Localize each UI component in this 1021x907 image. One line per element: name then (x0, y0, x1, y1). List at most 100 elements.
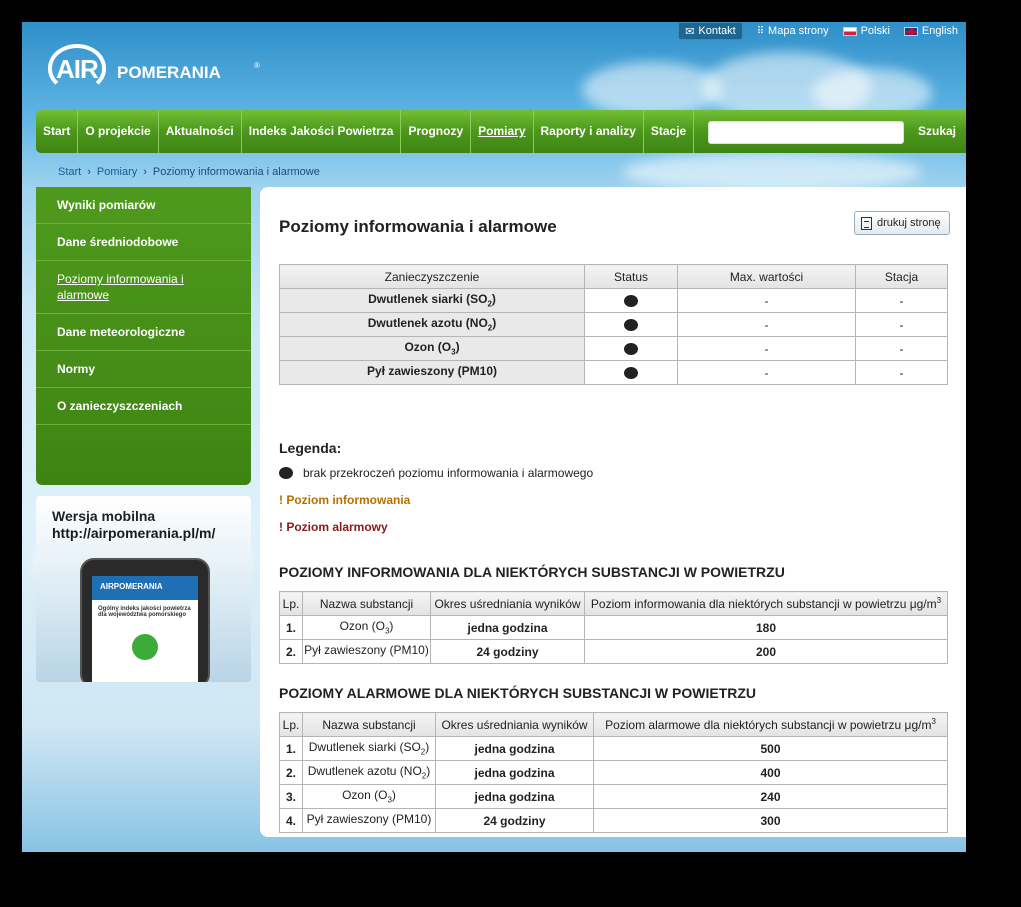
status-cell (584, 312, 678, 337)
averaging-period: jedna godzina (435, 760, 594, 785)
nav-aktualnosci[interactable]: Aktualności (159, 110, 242, 153)
table-row: 2. Dwutlenek azotu (NO2) jedna godzina 4… (279, 760, 948, 785)
table-row: Dwutlenek siarki (SO2) - - (279, 288, 948, 313)
kontakt-label: Kontakt (698, 25, 736, 37)
pollutant-name: Ozon (O3) (279, 336, 585, 361)
lang-polish-link[interactable]: Polski (842, 25, 890, 37)
nav-start[interactable]: Start (36, 110, 79, 153)
nav-indeks[interactable]: Indeks Jakości Powietrza (242, 110, 402, 153)
breadcrumb-pomiary[interactable]: Pomiary (97, 166, 137, 178)
col-header: Zanieczyszczenie (279, 264, 585, 289)
sidebar-item-zanieczyszczenia[interactable]: O zanieczyszczeniach (36, 388, 251, 425)
col-header: Status (584, 264, 678, 289)
pollutant-name: Pył zawieszony (PM10) (279, 360, 585, 385)
col-header: Stacja (855, 264, 948, 289)
status-cell (584, 336, 678, 361)
logo-pomerania-text: POMERANIA (117, 63, 221, 82)
kontakt-link[interactable]: ✉ Kontakt (678, 22, 743, 40)
table-row: 1. Ozon (O3) jedna godzina 180 (279, 615, 948, 640)
sidebar: Wyniki pomiarów Dane średniodobowe Pozio… (36, 187, 251, 485)
search-input[interactable] (708, 121, 904, 144)
averaging-period: 24 godziny (435, 808, 594, 833)
table-header-row: Lp. Nazwa substancji Okres uśredniania w… (279, 712, 948, 737)
row-number: 3. (279, 784, 303, 809)
lang-english-label: English (921, 25, 958, 37)
col-header: Nazwa substancji (302, 591, 431, 616)
mobile-url[interactable]: http://airpomerania.pl/m/ (52, 525, 215, 541)
table-row: Ozon (O3) - - (279, 336, 948, 361)
page-frame: AIR POMERANIA ® ✉ Kontakt ⠿ Mapa strony … (22, 22, 966, 852)
table-row: Pył zawieszony (PM10) - - (279, 360, 948, 385)
table-header-row: Zanieczyszczenie Status Max. wartości St… (279, 264, 948, 289)
print-button[interactable]: drukuj stronę (854, 211, 950, 235)
level-value: 300 (593, 808, 948, 833)
cloud-decoration (582, 62, 722, 117)
col-header: Poziom informowania dla niektórych subst… (584, 591, 948, 616)
col-header: Poziom alarmowe dla niektórych substancj… (593, 712, 948, 737)
col-header: Okres uśredniania wyników (430, 591, 585, 616)
nav-stacje[interactable]: Stacje (644, 110, 695, 153)
mobile-version-banner[interactable]: Wersja mobilna http://airpomerania.pl/m/… (36, 496, 251, 682)
row-number: 4. (279, 808, 303, 833)
row-number: 2. (279, 760, 303, 785)
col-header: Lp. (279, 591, 303, 616)
status-cell (584, 360, 678, 385)
nav-o-projekcie[interactable]: O projekcie (78, 110, 159, 153)
substance-name: Pył zawieszony (PM10) (302, 639, 431, 664)
nav-pomiary[interactable]: Pomiary (471, 110, 534, 153)
page-title: Poziomy informowania i alarmowe (279, 217, 557, 236)
station: - (855, 288, 948, 313)
sidebar-item-dane-srednie[interactable]: Dane średniodobowe (36, 224, 251, 261)
max-value: - (677, 288, 856, 313)
sidebar-item-poziomy[interactable]: Poziomy informowania i alarmowe (36, 261, 251, 314)
max-value: - (677, 360, 856, 385)
status-table: Zanieczyszczenie Status Max. wartości St… (279, 264, 948, 385)
pollutant-name: Dwutlenek siarki (SO2) (279, 288, 585, 313)
sitemap-link[interactable]: ⠿ Mapa strony (757, 25, 829, 37)
smiley-face-icon (132, 634, 158, 660)
lang-polish-label: Polski (860, 25, 890, 37)
averaging-period: jedna godzina (435, 736, 594, 761)
phone-app-title: AIRPOMERANIA (100, 582, 163, 591)
legend-alarm-level: ! Poziom alarmowy (279, 520, 388, 534)
logo-air-text: AIR (56, 54, 99, 84)
averaging-period: 24 godziny (430, 639, 585, 664)
col-header: Okres uśredniania wyników (435, 712, 594, 737)
lang-english-link[interactable]: English (903, 25, 958, 37)
search-button[interactable]: Szukaj (918, 110, 956, 153)
legend-none-text: brak przekroczeń poziomu informowania i … (303, 466, 594, 480)
substance-name: Pył zawieszony (PM10) (302, 808, 436, 833)
sidebar-item-meteo[interactable]: Dane meteorologiczne (36, 314, 251, 351)
substance-name: Dwutlenek azotu (NO2) (302, 760, 436, 785)
col-header: Max. wartości (677, 264, 856, 289)
averaging-period: jedna godzina (430, 615, 585, 640)
cloud-decoration (622, 152, 922, 192)
uk-flag-icon (903, 26, 918, 36)
breadcrumb-separator: › (87, 166, 91, 178)
site-logo[interactable]: AIR POMERANIA ® (44, 36, 274, 106)
table-row: 3. Ozon (O3) jedna godzina 240 (279, 784, 948, 809)
phone-screen: AIRPOMERANIA Ogólny indeks jakości powie… (92, 576, 198, 682)
mobile-title: Wersja mobilna (52, 508, 156, 524)
max-value: - (677, 336, 856, 361)
nav-prognozy[interactable]: Prognozy (401, 110, 472, 153)
nav-raporty[interactable]: Raporty i analizy (534, 110, 644, 153)
max-value: - (677, 312, 856, 337)
status-dot-icon (279, 467, 293, 479)
col-header: Nazwa substancji (302, 712, 436, 737)
status-dot-icon (624, 295, 638, 308)
breadcrumb-start[interactable]: Start (58, 166, 81, 178)
row-number: 1. (279, 736, 303, 761)
print-document-icon (861, 216, 872, 230)
sitemap-grid-icon: ⠿ (756, 25, 765, 37)
level-value: 200 (584, 639, 948, 664)
phone-screen-text: Ogólny indeks jakości powietrza dla woje… (98, 606, 191, 618)
status-cell (584, 288, 678, 313)
row-number: 2. (279, 639, 303, 664)
substance-name: Ozon (O3) (302, 615, 431, 640)
info-levels-table: Lp. Nazwa substancji Okres uśredniania w… (279, 591, 948, 664)
main-content: Poziomy informowania i alarmowe drukuj s… (260, 187, 966, 837)
sidebar-item-normy[interactable]: Normy (36, 351, 251, 388)
sidebar-item-wyniki[interactable]: Wyniki pomiarów (36, 187, 251, 224)
row-number: 1. (279, 615, 303, 640)
